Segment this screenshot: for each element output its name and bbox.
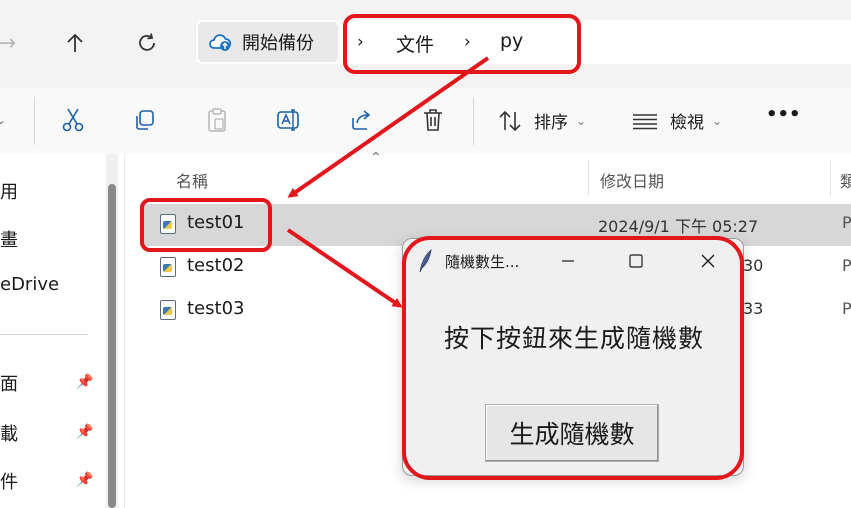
up-icon[interactable] (60, 28, 90, 58)
sidebar-item-desktop[interactable]: 面 (0, 370, 18, 396)
file-name: test02 (187, 255, 245, 276)
start-backup-button[interactable]: 開始備份 (198, 22, 338, 62)
delete-icon[interactable] (418, 105, 448, 135)
python-file-icon (160, 257, 176, 277)
address-bar-area: → 開始備份 › 文件 › py (0, 0, 851, 88)
sidebar-item-downloads[interactable]: 載 (0, 420, 18, 446)
sidebar-item[interactable]: 畫 (0, 226, 18, 252)
paste-icon[interactable] (202, 105, 232, 135)
column-header-date[interactable]: 修改日期 (600, 168, 664, 192)
sort-label: 排序 (534, 113, 568, 133)
file-type: P (842, 299, 851, 318)
toolbar-divider (473, 97, 474, 145)
tk-feather-icon (419, 249, 432, 273)
cut-icon[interactable] (58, 105, 88, 135)
breadcrumb-documents[interactable]: 文件 (396, 30, 434, 57)
sidebar-scrollbar-thumb[interactable] (108, 184, 116, 508)
tk-window-title: 隨機數生... (445, 253, 520, 271)
file-name: test01 (187, 212, 245, 233)
tk-instruction-label: 按下按鈕來生成隨機數 (443, 324, 704, 353)
column-separator[interactable] (830, 160, 831, 196)
chevron-down-icon: ⌄ (576, 113, 587, 128)
view-label: 檢視 (670, 113, 704, 133)
more-options-button[interactable]: ••• (766, 104, 801, 125)
tk-window: 隨機數生... 按下按鈕來生成隨機數 生成隨機數 (402, 238, 744, 476)
sidebar-item-documents[interactable]: 件 (0, 468, 18, 494)
file-date: 33 (743, 299, 764, 318)
close-icon[interactable] (693, 247, 723, 275)
backup-label: 開始備份 (242, 33, 314, 54)
python-file-icon (160, 300, 176, 320)
file-name: test03 (187, 298, 245, 319)
refresh-icon[interactable] (132, 28, 162, 58)
breadcrumb-py[interactable]: py (500, 30, 523, 52)
navigation-pane: 用 畫 eDrive 面 📌 載 📌 件 📌 (0, 154, 106, 508)
maximize-icon[interactable] (621, 247, 651, 275)
view-list-icon (633, 113, 657, 129)
sidebar-item[interactable]: 用 (0, 178, 18, 204)
toolbar-divider (34, 97, 35, 145)
pin-icon: 📌 (76, 374, 94, 390)
sidebar-item-onedrive[interactable]: eDrive (0, 274, 59, 295)
generate-random-button[interactable]: 生成隨機數 (485, 404, 659, 462)
column-separator[interactable] (588, 160, 589, 196)
breadcrumb-separator: › (464, 32, 471, 52)
file-date: 2024/9/1 下午 05:27 (598, 217, 759, 236)
cloud-upload-icon (208, 31, 232, 53)
pin-icon: 📌 (76, 472, 94, 488)
file-date: 30 (743, 256, 764, 275)
tk-title-bar[interactable]: 隨機數生... (403, 239, 743, 283)
sort-icon (499, 110, 521, 131)
sidebar-divider (0, 334, 88, 335)
sort-ascending-icon: ⌃ (370, 150, 382, 166)
forward-icon[interactable]: → (0, 28, 22, 58)
chevron-down-icon: ⌄ (712, 113, 723, 128)
file-type: P (842, 213, 851, 232)
minimize-icon[interactable] (553, 247, 583, 275)
sort-button[interactable]: 排序 ⌄ (498, 108, 586, 133)
share-icon[interactable] (346, 105, 376, 135)
chevron-down-icon[interactable]: ⌄ (0, 105, 16, 135)
file-type: P (842, 256, 851, 275)
column-header-name[interactable]: 名稱 (176, 168, 208, 192)
python-file-icon (160, 214, 176, 234)
pin-icon: 📌 (76, 424, 94, 440)
rename-icon[interactable] (274, 105, 304, 135)
column-header-type[interactable]: 類 (840, 168, 851, 192)
copy-icon[interactable] (130, 105, 160, 135)
breadcrumb-separator: › (357, 32, 364, 52)
view-button[interactable]: 檢視 ⌄ (632, 108, 722, 133)
command-bar: ⌄ 排序 ⌄ 檢視 ⌄ ••• (0, 88, 851, 154)
